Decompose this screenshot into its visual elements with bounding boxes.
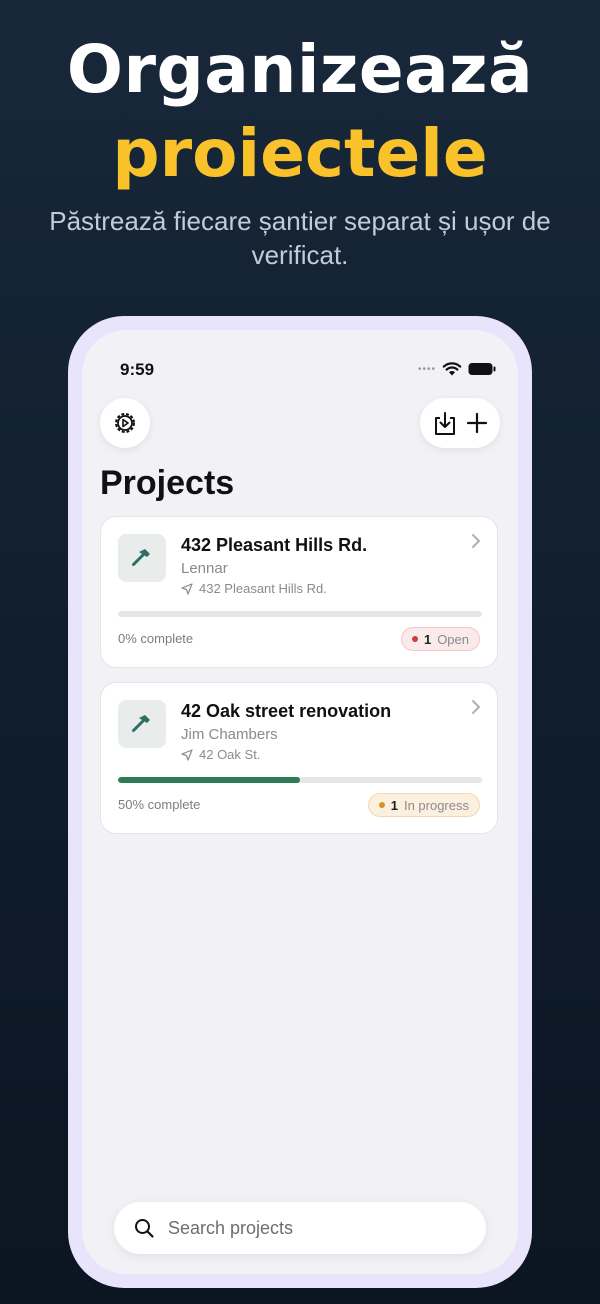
battery-icon xyxy=(468,363,496,375)
search-bar[interactable] xyxy=(114,1202,486,1254)
hammer-icon xyxy=(132,715,150,732)
project-address: 42 Oak St. xyxy=(181,747,260,762)
status-icons: •••• xyxy=(418,362,496,376)
page-title: Projects xyxy=(100,464,235,502)
status-count: 1 xyxy=(423,631,432,647)
project-thumbnail xyxy=(118,534,166,582)
chevron-right-icon xyxy=(472,700,480,714)
progress-bar-fill xyxy=(118,777,300,783)
progress-bar xyxy=(118,611,482,617)
device-frame: 9:59 •••• Projects 432 Pleasant Hills Rd… xyxy=(68,316,532,1288)
search-icon xyxy=(135,1219,154,1238)
wifi-icon xyxy=(442,362,462,376)
tray-download-icon[interactable] xyxy=(433,410,457,436)
status-badge: 1 In progress xyxy=(367,793,480,817)
project-thumbnail xyxy=(118,700,166,748)
project-card[interactable]: 432 Pleasant Hills Rd. Lennar 432 Pleasa… xyxy=(100,516,498,668)
app-screen: 9:59 •••• Projects 432 Pleasant Hills Rd… xyxy=(82,330,518,1274)
progress-bar xyxy=(118,777,482,783)
project-address-text: 42 Oak St. xyxy=(199,747,261,762)
status-time: 9:59 xyxy=(120,360,155,379)
plus-icon[interactable] xyxy=(466,412,488,434)
location-arrow-icon xyxy=(181,582,193,595)
settings-button[interactable] xyxy=(100,398,150,448)
project-address: 432 Pleasant Hills Rd. xyxy=(181,581,327,596)
status-label: In progress xyxy=(403,797,469,813)
project-address-text: 432 Pleasant Hills Rd. xyxy=(199,581,327,596)
signal-icon: •••• xyxy=(417,363,436,375)
chevron-right-icon xyxy=(472,534,480,548)
hero-title: Organizează xyxy=(66,31,534,108)
hero-subtitle: Păstrează fiecare șantier separat și ușo… xyxy=(49,206,551,270)
toolbar-actions xyxy=(420,398,500,448)
status-badge: 1 Open xyxy=(400,627,480,651)
status-dot xyxy=(411,636,418,642)
progress-label: 50% complete xyxy=(118,797,201,812)
search-input[interactable] xyxy=(166,1216,450,1240)
project-card[interactable]: 42 Oak street renovation Jim Chambers 42… xyxy=(100,682,498,834)
status-count: 1 xyxy=(390,797,398,813)
project-client: Lennar xyxy=(181,560,228,577)
gear-icon xyxy=(115,413,135,433)
hammer-icon xyxy=(132,549,150,566)
hero-accent-title: proiectele xyxy=(112,115,488,192)
status-dot xyxy=(378,802,385,808)
project-client: Jim Chambers xyxy=(181,726,278,743)
location-arrow-icon xyxy=(181,748,193,761)
status-label: Open xyxy=(437,631,469,647)
progress-label: 0% complete xyxy=(118,631,194,646)
project-name: 432 Pleasant Hills Rd. xyxy=(181,535,368,555)
project-name: 42 Oak street renovation xyxy=(181,701,392,721)
